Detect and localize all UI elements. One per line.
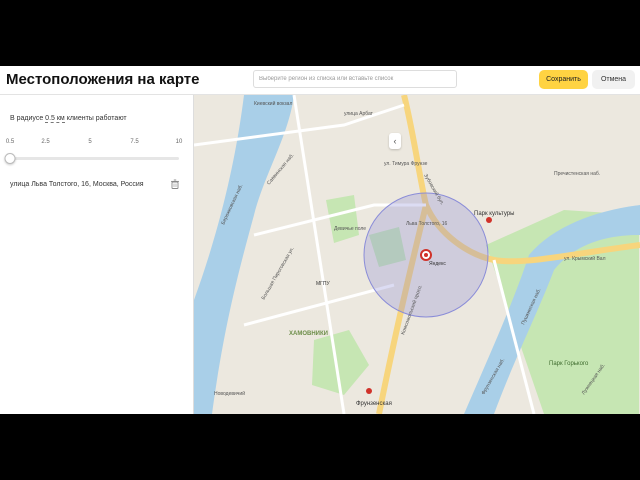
label-yandex: Яндекс: [429, 261, 446, 267]
label-krymsky-val: ул. Крымский Вал: [564, 255, 606, 262]
park-devichye-area: [326, 195, 359, 243]
metro-frunzenskaya-icon: [366, 388, 372, 394]
radius-value-link[interactable]: 0.5 км: [45, 115, 65, 123]
cancel-button[interactable]: Отмена: [592, 70, 635, 89]
location-marker-dot: [424, 253, 428, 257]
label-ulitsa-arbat: улица Арбат: [344, 111, 374, 117]
radius-slider-thumb[interactable]: [4, 153, 16, 164]
trash-icon[interactable]: [170, 179, 180, 189]
map-view[interactable]: Парк культуры ХАМОВНИКИ Фрунзенская Янде…: [194, 95, 640, 414]
label-devichye-pole: Девичье поле: [334, 226, 366, 232]
label-park-gorkogo: Парк Горького: [549, 361, 589, 367]
collapse-panel-button[interactable]: ‹: [389, 133, 401, 149]
label-ulitsa-timura: ул. Тимура Фрунзе: [384, 161, 428, 167]
label-frunzenskaya: Фрунзенская: [356, 401, 392, 407]
radius-prefix: В радиусе: [10, 115, 44, 122]
radius-description: В радиусе 0.5 км клиенты работают: [10, 115, 127, 123]
slider-tick-label: 10: [175, 139, 183, 145]
slider-tick-label: 2.5: [41, 139, 50, 145]
label-novodevichy: Новодевичий: [214, 390, 245, 397]
metro-park-kultury-icon: [486, 217, 492, 223]
slider-tick-label: 5: [88, 139, 92, 145]
radius-slider[interactable]: [4, 153, 179, 164]
page-title: Местоположения на карте: [6, 71, 200, 88]
label-khamovniki: ХАМОВНИКИ: [289, 331, 328, 337]
radius-suffix: клиенты работают: [66, 115, 127, 122]
label-park-kultury: Парк культуры: [474, 211, 514, 217]
slider-ticks: 0.5 2.5 5 7.5 10: [6, 139, 183, 149]
settings-panel: В радиусе 0.5 км клиенты работают 0.5 2.5…: [0, 95, 194, 414]
header: Местоположения на карте Сохранить Отмена: [0, 66, 640, 95]
save-button[interactable]: Сохранить: [539, 70, 588, 89]
label-bolshaya-pirogovskaya: Большая Пироговская ул.: [261, 246, 296, 301]
label-lva-tolstogo-16: Льва Толстого, 16: [406, 221, 447, 227]
slider-tick-label: 7.5: [130, 139, 139, 145]
slider-tick-label: 0.5: [5, 139, 15, 145]
label-mgpu: МГПУ: [316, 281, 330, 287]
region-search-input[interactable]: [253, 70, 457, 88]
label-prechistenskaya-nab: Пречистенская наб.: [554, 171, 600, 177]
app-window: Местоположения на карте Сохранить Отмена…: [0, 66, 640, 414]
map-canvas[interactable]: Парк культуры ХАМОВНИКИ Фрунзенская Янде…: [194, 95, 640, 414]
label-kievsky-vokzal: Киевский вокзал: [254, 100, 292, 107]
address-item: улица Льва Толстого, 16, Москва, Россия: [10, 181, 144, 188]
